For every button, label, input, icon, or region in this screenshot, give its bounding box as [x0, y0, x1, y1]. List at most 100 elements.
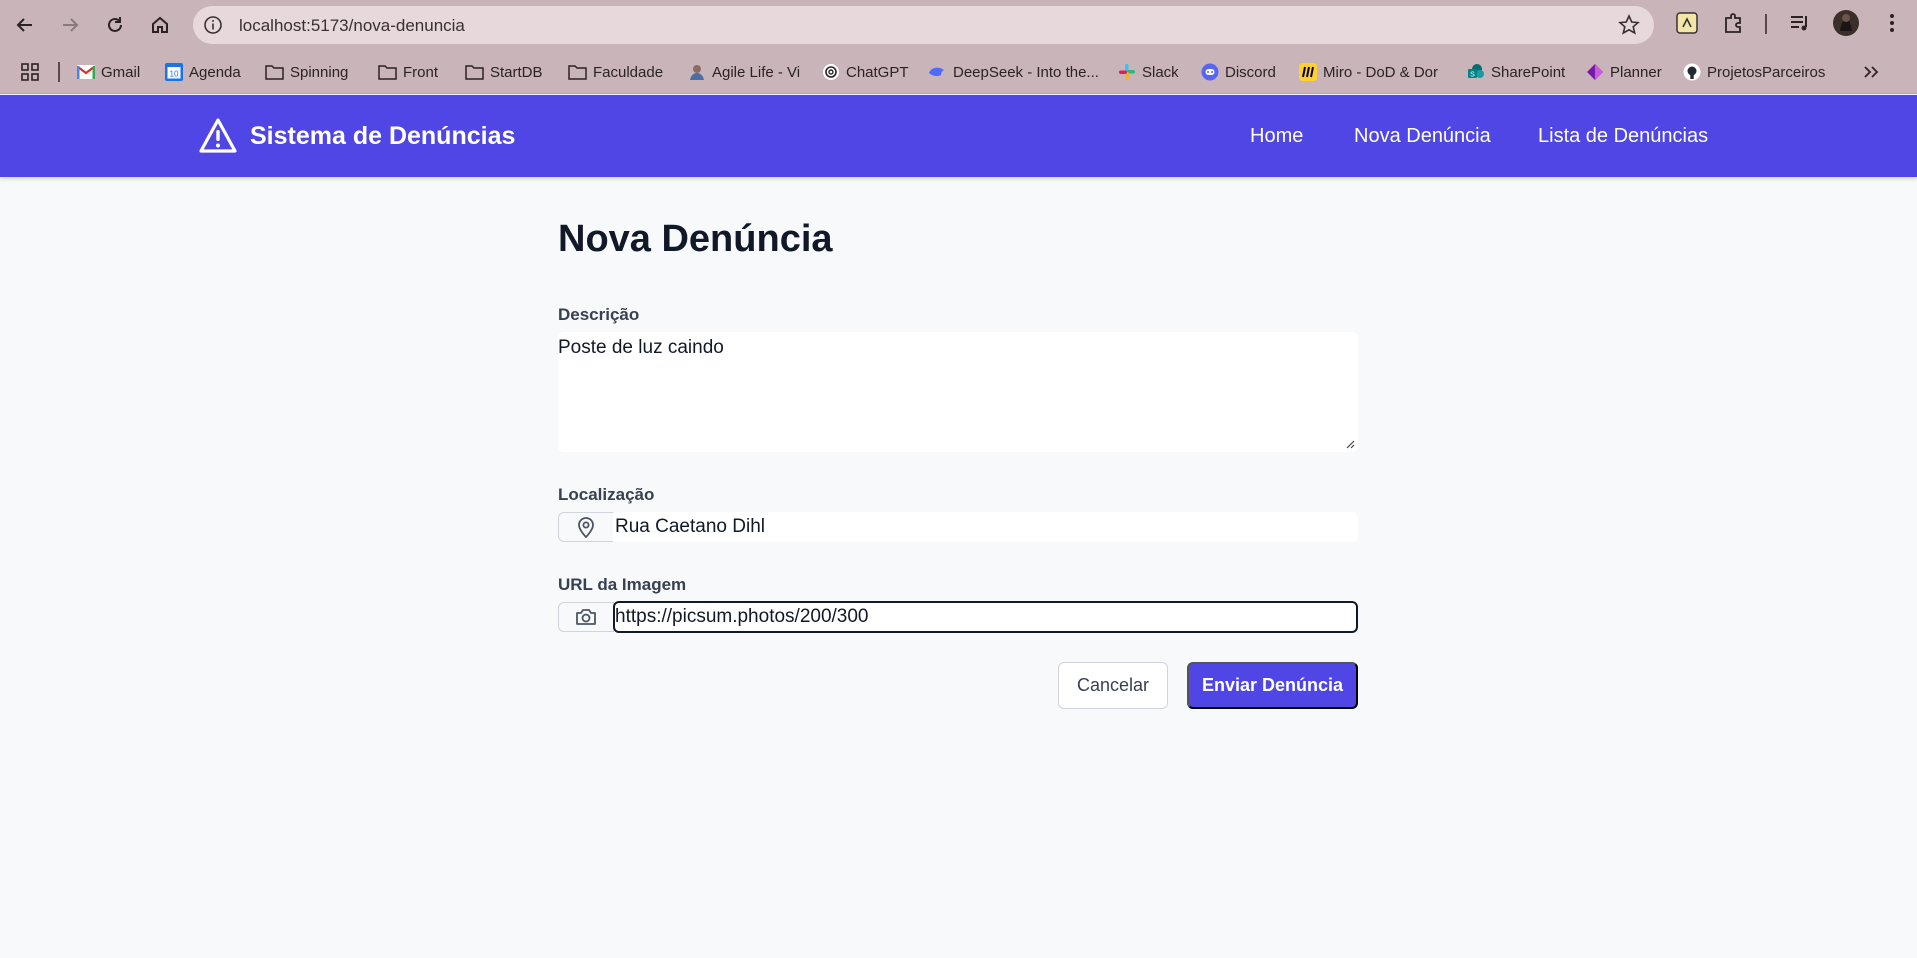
- warning-triangle-icon: [199, 118, 237, 153]
- arrow-left-icon: [16, 18, 32, 32]
- miro-icon: [1299, 63, 1317, 81]
- svg-text:10: 10: [170, 70, 179, 79]
- home-button[interactable]: [145, 10, 175, 40]
- nav-nova-denuncia-link[interactable]: Nova Denúncia: [1354, 125, 1491, 148]
- bookmark-chatgpt[interactable]: ChatGPT: [822, 61, 909, 83]
- back-button[interactable]: [10, 10, 40, 40]
- nav-lista-denuncias-link[interactable]: Lista de Denúncias: [1538, 125, 1708, 148]
- reload-icon: [108, 17, 122, 32]
- bookmark-label: Miro - DoD & Dor: [1323, 63, 1439, 81]
- more-bookmarks-button[interactable]: [1862, 61, 1886, 83]
- playlist-icon: [1791, 16, 1807, 31]
- deepseek-icon: [929, 67, 944, 77]
- descricao-value: Poste de luz caindo: [558, 337, 724, 358]
- folder-icon: [265, 65, 284, 80]
- bookmark-label: Front: [403, 63, 439, 81]
- bookmark-startdb[interactable]: StartDB: [465, 61, 543, 83]
- home-icon: [152, 16, 168, 33]
- descricao-textarea[interactable]: Poste de luz caindo: [558, 332, 1358, 452]
- bookmark-deepseek[interactable]: DeepSeek - Into the...: [927, 61, 1099, 83]
- bookmark-discord[interactable]: Discord: [1201, 61, 1276, 83]
- apps-button[interactable]: [20, 61, 46, 83]
- descricao-label: Descrição: [558, 305, 640, 324]
- discord-icon: [1201, 63, 1219, 81]
- submit-button[interactable]: Enviar Denúncia: [1187, 662, 1358, 709]
- bookmark-label: SharePoint: [1491, 63, 1566, 81]
- localizacao-input-group: Rua Caetano Dihl: [558, 512, 1358, 544]
- site-info-icon[interactable]: [203, 15, 223, 35]
- brand[interactable]: Sistema de Denúncias: [198, 117, 515, 155]
- extension-scanner-icon: [1676, 12, 1698, 34]
- nav-home-link[interactable]: Home: [1250, 125, 1303, 148]
- imagem-label: URL da Imagem: [558, 575, 687, 594]
- bookmark-label: Slack: [1142, 63, 1179, 81]
- avatar-icon: [1833, 10, 1859, 36]
- bookmark-label: Faculdade: [593, 63, 664, 81]
- browser-toolbar: localhost:5173/nova-denuncia: [0, 0, 1917, 50]
- bookmark-planner[interactable]: Planner: [1586, 61, 1662, 83]
- localizacao-addon: [558, 512, 614, 542]
- forward-button[interactable]: [55, 10, 85, 40]
- slack-icon: [1119, 64, 1135, 80]
- bookmark-spinning[interactable]: Spinning: [265, 61, 348, 83]
- brand-title: Sistema de Denúncias: [250, 121, 516, 150]
- arrow-right-icon: [63, 18, 79, 32]
- app-navbar: Sistema de Denúncias Home Nova Denúncia …: [0, 95, 1917, 177]
- chevron-double-right-icon: [1864, 66, 1879, 78]
- avatar-icon: [690, 65, 704, 80]
- page-title: Nova Denúncia: [558, 218, 833, 260]
- bookmark-miro[interactable]: Miro - DoD & Dor: [1299, 61, 1438, 83]
- bookmark-label: Discord: [1225, 63, 1276, 81]
- bookmark-label: StartDB: [490, 63, 543, 81]
- localizacao-label: Localização: [558, 485, 655, 504]
- url-text[interactable]: localhost:5173/nova-denuncia: [239, 16, 465, 36]
- bookmark-gmail[interactable]: Gmail: [77, 61, 140, 83]
- bookmark-label: Gmail: [101, 63, 141, 81]
- github-icon: [1683, 63, 1701, 81]
- reload-button[interactable]: [100, 10, 130, 40]
- map-pin-icon: [578, 517, 594, 538]
- sharepoint-icon: S: [1468, 64, 1484, 79]
- imagem-url-input[interactable]: https://picsum.photos/200/300: [613, 601, 1358, 633]
- bookmark-agile-life[interactable]: Agile Life - Vi: [688, 61, 800, 83]
- extensions-menu-button[interactable]: [1722, 11, 1746, 35]
- bookmark-star-icon[interactable]: [1618, 14, 1640, 36]
- bookmark-label: Spinning: [290, 63, 349, 81]
- bookmark-label: DeepSeek - Into the...: [953, 63, 1099, 81]
- address-bar[interactable]: localhost:5173/nova-denuncia: [193, 6, 1654, 44]
- bookmark-label: ChatGPT: [846, 63, 909, 81]
- gmail-icon: [77, 65, 95, 79]
- puzzle-icon: [1725, 13, 1741, 33]
- kebab-menu-icon: [1890, 14, 1894, 32]
- calendar-icon: 10: [165, 63, 183, 81]
- folder-icon: [465, 65, 484, 80]
- toolbar-separator: [1765, 14, 1767, 34]
- extension-button[interactable]: [1675, 11, 1699, 35]
- apps-grid-icon: [21, 63, 39, 81]
- profile-button[interactable]: [1832, 9, 1860, 37]
- bookmark-agenda[interactable]: 10 Agenda: [165, 61, 241, 83]
- imagem-addon: [558, 602, 614, 632]
- bookmark-projetosparceiros[interactable]: ProjetosParceiros: [1683, 61, 1825, 83]
- bookmark-label: Agenda: [189, 63, 241, 81]
- camera-icon: [576, 609, 596, 625]
- media-control-button[interactable]: [1788, 11, 1812, 35]
- bookmark-faculdade[interactable]: Faculdade: [568, 61, 663, 83]
- bookmark-slack[interactable]: Slack: [1118, 61, 1179, 83]
- folder-icon: [378, 65, 397, 80]
- chatgpt-icon: [823, 64, 839, 80]
- bookmark-label: ProjetosParceiros: [1707, 63, 1826, 81]
- bookmarks-separator: [58, 62, 60, 82]
- svg-text:S: S: [1470, 72, 1475, 79]
- planner-icon: [1587, 64, 1603, 80]
- bookmark-front[interactable]: Front: [378, 61, 438, 83]
- browser-menu-button[interactable]: [1880, 11, 1904, 35]
- bookmarks-bar: Gmail 10 Agenda Spinning Front StartDB F…: [0, 50, 1917, 94]
- bookmark-sharepoint[interactable]: S SharePoint: [1467, 61, 1565, 83]
- cancel-button[interactable]: Cancelar: [1058, 662, 1168, 709]
- localizacao-input[interactable]: Rua Caetano Dihl: [613, 512, 1358, 542]
- imagem-input-group: https://picsum.photos/200/300: [558, 601, 1358, 634]
- folder-icon: [568, 65, 587, 80]
- resize-handle-icon[interactable]: [1346, 440, 1355, 449]
- bookmark-label: Planner: [1610, 63, 1662, 81]
